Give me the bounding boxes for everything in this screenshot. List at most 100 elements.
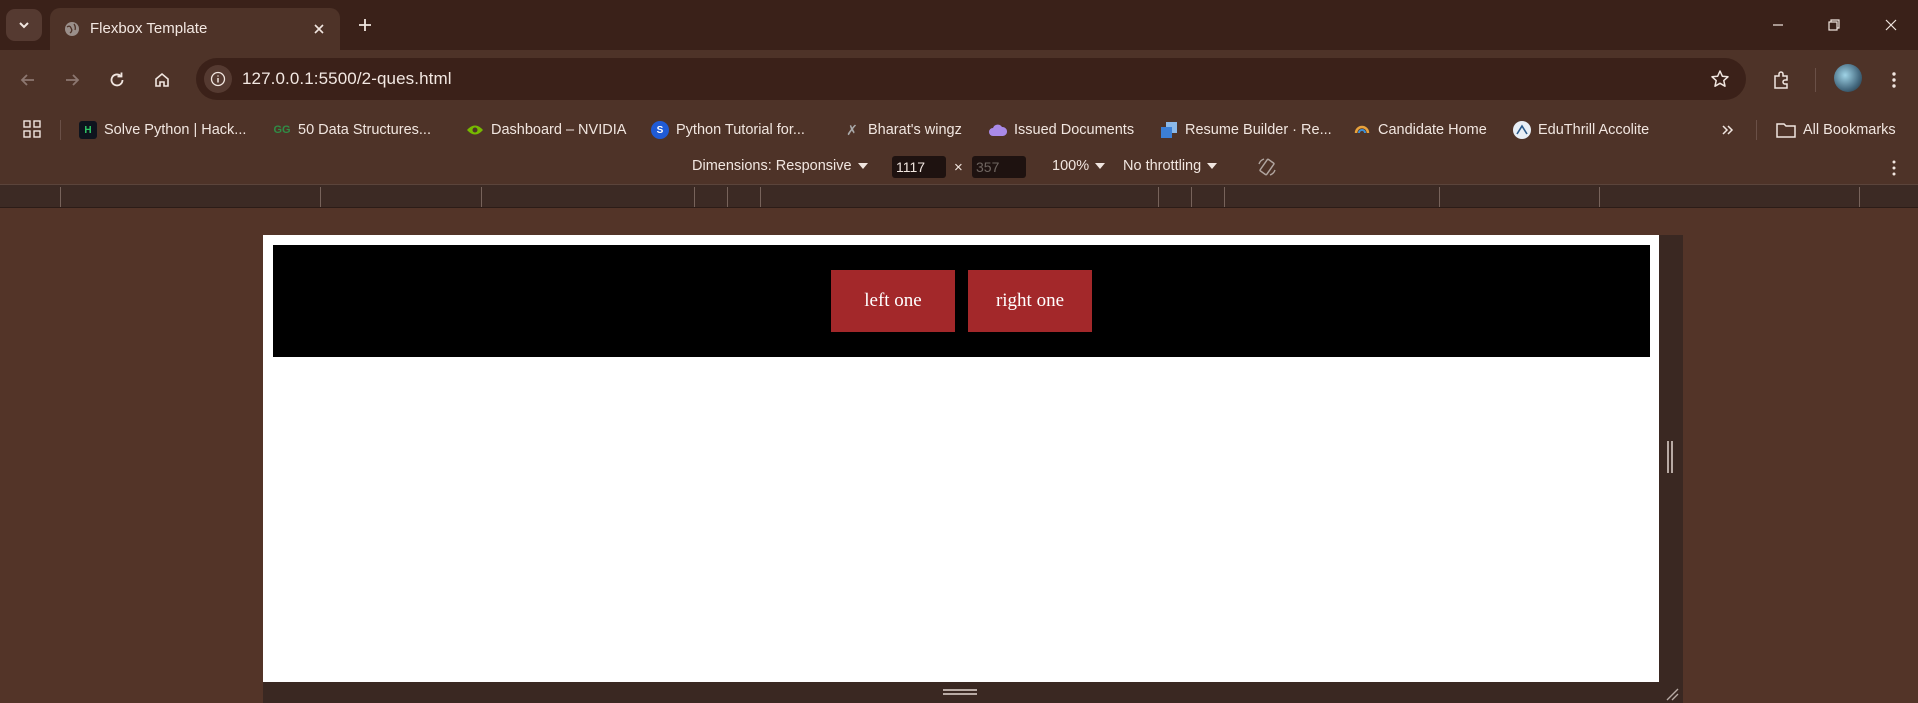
device-toolbar: Dimensions: Responsive 1117 × 357 100% N… — [0, 150, 1918, 184]
bookmark-item[interactable]: Candidate Home — [1353, 117, 1487, 143]
plus-icon — [359, 19, 371, 31]
bookmark-item[interactable]: GG 50 Data Structures... — [273, 117, 431, 143]
ruler-tick — [60, 187, 61, 207]
resume-icon — [1160, 121, 1178, 139]
star-icon — [1711, 70, 1729, 87]
bookmark-label: Dashboard – NVIDIA — [491, 122, 627, 138]
bookmark-item[interactable]: Dashboard – NVIDIA — [466, 117, 626, 143]
ruler-tick — [481, 187, 482, 207]
info-icon — [210, 71, 226, 87]
new-tab-button[interactable] — [352, 12, 378, 38]
more-bookmarks-button[interactable] — [1716, 118, 1740, 142]
bookmarks-divider — [1756, 120, 1757, 140]
ruler-tick — [1158, 187, 1159, 207]
media-query-ruler[interactable] — [0, 184, 1918, 208]
resize-grip-icon — [943, 689, 977, 695]
corner-resize-icon[interactable] — [1665, 687, 1679, 701]
height-resize-handle[interactable] — [263, 682, 1683, 703]
bookmark-item[interactable]: EduThrill Accolite — [1513, 117, 1649, 143]
all-bookmarks-button[interactable]: All Bookmarks — [1776, 117, 1896, 143]
browser-toolbar: 127.0.0.1:5500/2-ques.html — [0, 50, 1918, 110]
extensions-button[interactable] — [1765, 64, 1797, 96]
double-chevron-right-icon — [1722, 125, 1734, 135]
more-vertical-icon — [1892, 160, 1896, 176]
bookmark-label: Bharat's wingz — [868, 122, 962, 138]
browser-menu-button[interactable] — [1878, 64, 1910, 96]
caret-down-icon — [857, 163, 868, 169]
ruler-tick — [320, 187, 321, 207]
flex-container: left one right one — [273, 245, 1650, 357]
zoom-dropdown[interactable]: 100% — [1052, 158, 1106, 174]
close-window-button[interactable] — [1873, 10, 1909, 40]
zoom-label: 100% — [1052, 158, 1090, 174]
chevron-down-icon — [19, 22, 29, 29]
right-one-box: right one — [968, 270, 1092, 332]
close-icon — [1885, 19, 1897, 31]
bookmark-star-button[interactable] — [1708, 67, 1732, 91]
arrow-right-icon — [66, 74, 80, 86]
title-bar: Flexbox Template — [0, 0, 1918, 50]
all-bookmarks-label: All Bookmarks — [1803, 122, 1896, 138]
width-input[interactable]: 1117 — [892, 156, 946, 178]
home-button[interactable] — [146, 64, 178, 96]
device-toolbar-more-button[interactable] — [1884, 158, 1904, 178]
bookmark-label: EduThrill Accolite — [1538, 122, 1650, 138]
python-tutorial-icon: S — [651, 121, 669, 139]
left-one-box: left one — [831, 270, 955, 332]
bookmark-item[interactable]: Resume Builder · Re... — [1160, 117, 1332, 143]
height-input[interactable]: 357 — [972, 156, 1026, 178]
caret-down-icon — [1095, 163, 1106, 169]
bookmark-label: 50 Data Structures... — [298, 122, 431, 138]
site-info-button[interactable] — [204, 65, 232, 93]
nvidia-icon — [466, 121, 484, 139]
bookmark-item[interactable]: ✗ Bharat's wingz — [843, 117, 962, 143]
ruler-tick — [760, 187, 761, 207]
url-text[interactable]: 127.0.0.1:5500/2-ques.html — [242, 69, 452, 89]
throttling-label: No throttling — [1123, 158, 1202, 174]
close-tab-button[interactable] — [308, 18, 330, 40]
page-viewport: left one right one — [263, 235, 1659, 682]
eduthrill-icon — [1513, 121, 1531, 139]
profile-avatar[interactable] — [1834, 64, 1862, 92]
width-resize-handle[interactable] — [1659, 235, 1683, 682]
more-vertical-icon — [1892, 72, 1896, 88]
active-tab[interactable]: Flexbox Template — [50, 8, 340, 50]
globe-icon — [65, 22, 79, 36]
wingz-icon: ✗ — [846, 121, 858, 138]
bookmark-item[interactable]: H Solve Python | Hack... — [79, 117, 246, 143]
throttling-dropdown[interactable]: No throttling — [1123, 158, 1218, 174]
bookmarks-bar: H Solve Python | Hack... GG 50 Data Stru… — [0, 110, 1918, 150]
bookmark-label: Issued Documents — [1014, 122, 1135, 138]
address-bar[interactable]: 127.0.0.1:5500/2-ques.html — [196, 58, 1746, 100]
device-viewport-area: left one right one — [0, 208, 1918, 703]
restore-icon — [1828, 19, 1840, 31]
folder-icon — [1776, 123, 1796, 138]
restore-button[interactable] — [1816, 10, 1852, 40]
reload-button[interactable] — [101, 64, 133, 96]
rotate-icon — [1258, 158, 1276, 176]
ruler-tick — [1599, 187, 1600, 207]
tab-title: Flexbox Template — [90, 20, 208, 37]
tab-search-button[interactable] — [6, 9, 42, 41]
dimensions-label: Dimensions: Responsive — [692, 158, 852, 174]
bookmark-item[interactable]: S Python Tutorial for... — [651, 117, 805, 143]
apps-button[interactable] — [20, 117, 44, 141]
gfg-icon: GG — [273, 124, 291, 136]
rotate-button[interactable] — [1256, 156, 1278, 178]
hackerrank-icon: H — [79, 121, 97, 139]
dimensions-dropdown[interactable]: Dimensions: Responsive — [692, 158, 868, 174]
apps-grid-icon — [23, 120, 41, 138]
caret-down-icon — [1207, 163, 1218, 169]
bookmark-label: Python Tutorial for... — [676, 122, 805, 138]
bookmark-label: Solve Python | Hack... — [104, 122, 247, 138]
home-icon — [155, 72, 169, 87]
times-symbol: × — [954, 159, 963, 176]
ruler-tick — [694, 187, 695, 207]
forward-button[interactable] — [56, 64, 88, 96]
puzzle-icon — [1774, 71, 1788, 89]
back-button[interactable] — [12, 64, 44, 96]
ruler-tick — [1439, 187, 1440, 207]
minimize-button[interactable] — [1760, 10, 1796, 40]
bookmark-item[interactable]: Issued Documents — [989, 117, 1134, 143]
bookmark-label: Candidate Home — [1378, 122, 1487, 138]
